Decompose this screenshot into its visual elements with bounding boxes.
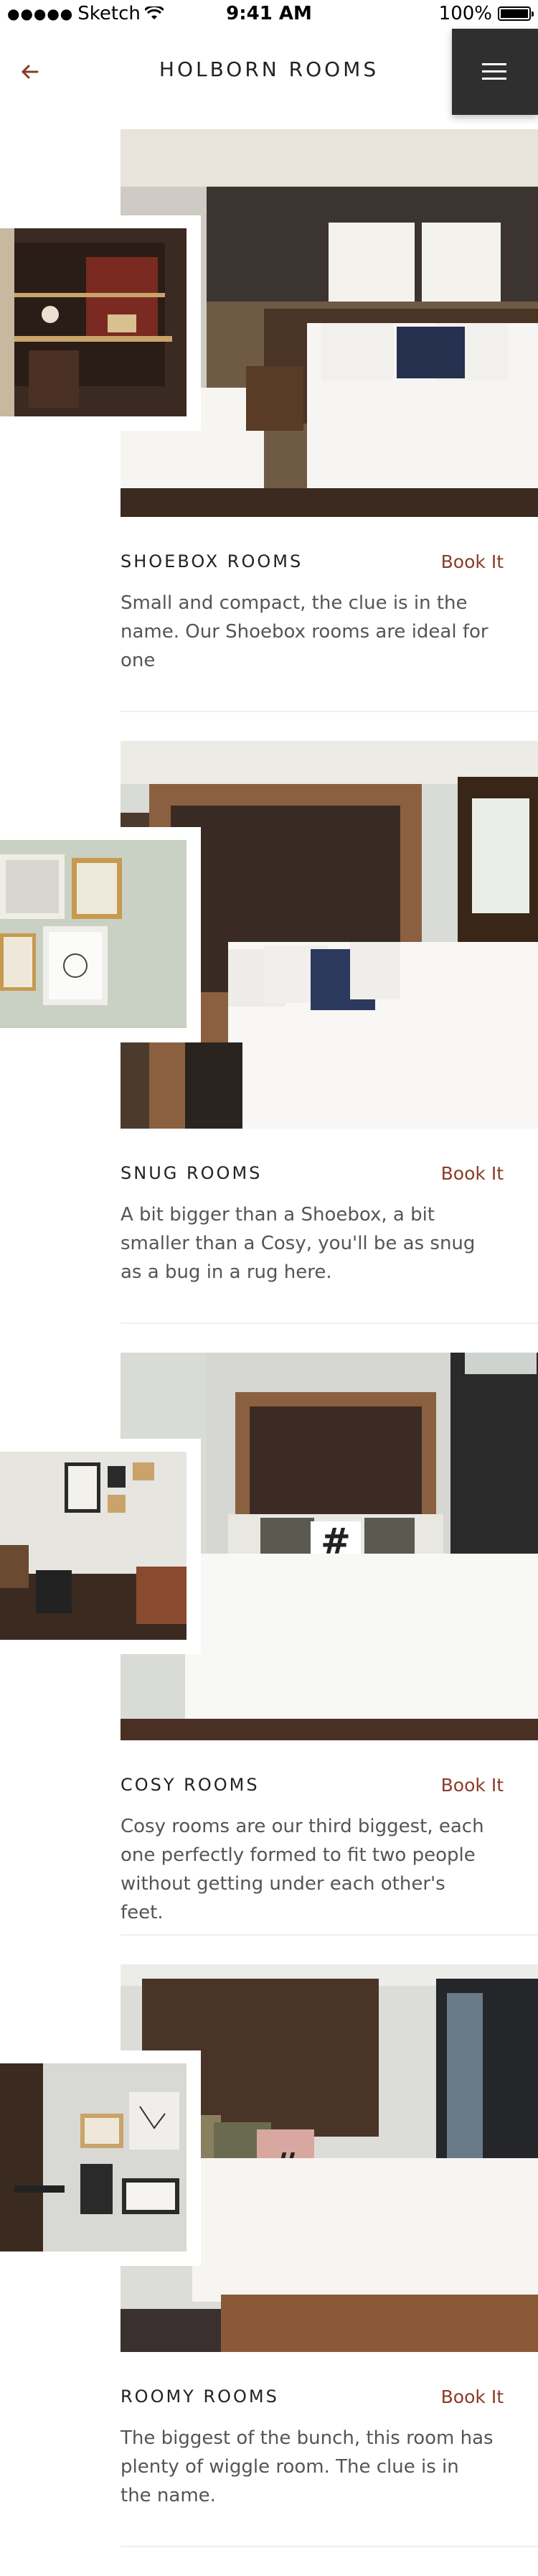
divider [121, 2546, 538, 2547]
menu-button[interactable] [452, 29, 538, 115]
inset-photo [0, 2063, 187, 2251]
room-description: The biggest of the bunch, this room has … [121, 2427, 494, 2506]
book-it-link[interactable]: Book It [441, 1163, 504, 1184]
hamburger-icon-line [482, 78, 506, 80]
room-inset [0, 215, 201, 431]
room-description: A bit bigger than a Shoebox, a bit small… [121, 1204, 476, 1283]
room-inset [0, 2050, 201, 2266]
divider [121, 1322, 538, 1324]
divider [121, 1934, 538, 1936]
book-it-link[interactable]: Book It [441, 551, 504, 572]
room-description: Cosy rooms are our third biggest, each o… [121, 1816, 484, 1923]
room-card-snug: SNUG ROOMS Book It A bit bigger than a S… [0, 741, 538, 1353]
room-name: COSY ROOMS [121, 1775, 260, 1795]
divider [121, 711, 538, 712]
book-it-link[interactable]: Book It [441, 2386, 504, 2407]
status-bar: ●●●●● Sketch 9:41 AM 100% [0, 0, 538, 29]
room-card-roomy: # ROOMY ROOMS Book It The biggest of the… [0, 1964, 538, 2576]
inset-photo [0, 840, 187, 1028]
battery-icon [498, 6, 534, 21]
room-card-shoebox: SHOEBOX ROOMS Book It Small and compact,… [0, 129, 538, 741]
app-header: HOLBORN ROOMS [0, 29, 538, 115]
hamburger-icon-line [482, 70, 506, 73]
book-it-link[interactable]: Book It [441, 1775, 504, 1796]
room-card-cosy: # COSY ROOMS Book It Cosy rooms are our … [0, 1353, 538, 1964]
room-name: SNUG ROOMS [121, 1163, 263, 1183]
battery-percent: 100% [438, 3, 492, 24]
room-inset [0, 827, 201, 1042]
room-name: SHOEBOX ROOMS [121, 551, 303, 571]
inset-photo [0, 228, 187, 416]
room-description: Small and compact, the clue is in the na… [121, 592, 489, 671]
room-name: ROOMY ROOMS [121, 2386, 279, 2407]
status-right: 100% [438, 3, 534, 24]
room-inset [0, 1439, 201, 1654]
hamburger-icon [482, 63, 506, 65]
inset-photo [0, 1452, 187, 1640]
